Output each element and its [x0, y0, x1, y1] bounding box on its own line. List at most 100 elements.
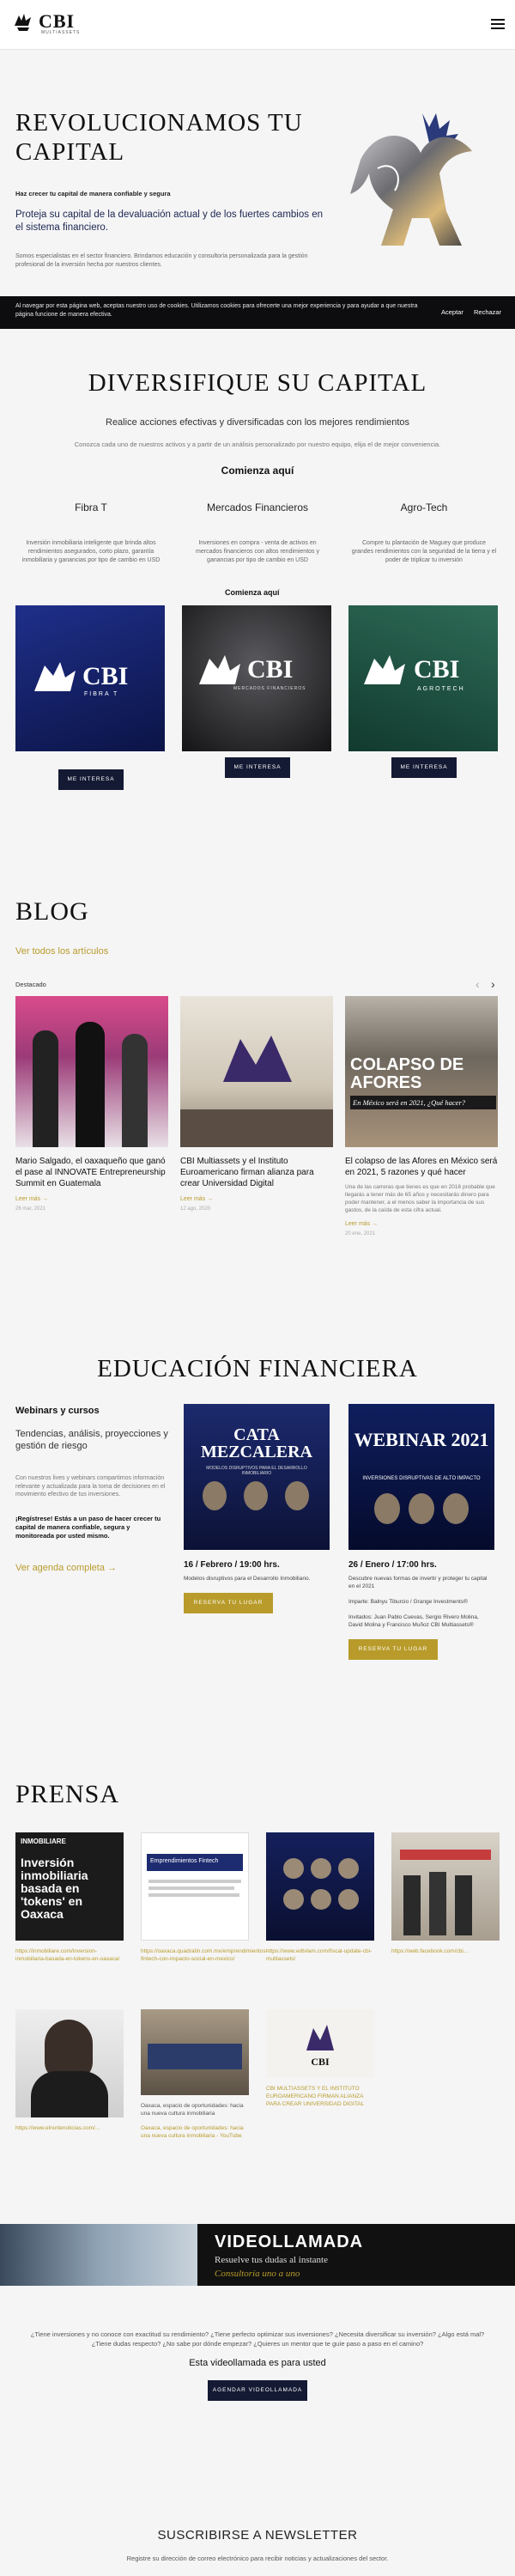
product-brand: CBI	[247, 655, 294, 683]
press-caption: https://www.elnortenoticias.com/...	[15, 2125, 100, 2131]
blog-title: BLOG	[15, 897, 89, 926]
video-banner: VIDEOLLAMADA Resuelve tus dudas al insta…	[0, 2224, 515, 2286]
press-image-text: Emprendimientos Fintech	[150, 1858, 219, 1864]
video-strong: Esta videollamada es para usted	[189, 2358, 326, 2368]
winged-lion-icon	[223, 1036, 292, 1082]
chevron-left-icon[interactable]: ‹	[476, 977, 480, 991]
press-item[interactable]: Oaxaca, espacio de oportunidades: hacia …	[141, 2009, 249, 2140]
press-caption-link: Oaxaca, espacio de oportunidades: hacia …	[141, 2125, 244, 2139]
blog-card-title: Mario Salgado, el oaxaqueño que ganó el …	[15, 1157, 166, 1188]
diversify-title: DIVERSIFIQUE SU CAPITAL	[88, 369, 427, 397]
cookie-text: Al navegar por esta página web, aceptas …	[15, 303, 418, 318]
blog-card[interactable]: Mario Salgado, el oaxaqueño que ganó el …	[15, 996, 168, 1212]
me-interesa-button-agrotech[interactable]: ME INTERESA	[391, 757, 457, 778]
webinar-date: 26 / Enero / 17:00 hrs.	[348, 1560, 437, 1570]
press-image-brand: INMOBILIARE	[21, 1838, 66, 1845]
product-image-fibra[interactable]: CBI FIBRA T	[15, 605, 165, 751]
product-brand: CBI	[414, 655, 460, 683]
diversify-description: Conozca cada uno de nuestros activos y a…	[74, 440, 441, 448]
blog-date: 26 mar, 2021	[15, 1206, 46, 1212]
webinar-image[interactable]: CATA MEZCALERA MODELOS DISRUPTIVOS PARA …	[184, 1404, 330, 1550]
winged-lion-icon	[306, 2025, 334, 2050]
press-item[interactable]: CBI CBI MULTIASSETS Y EL INSTITUTO EUROA…	[266, 2009, 374, 2108]
education-title: EDUCACIÓN FINANCIERA	[97, 1355, 418, 1382]
press-title: PRENSA	[15, 1780, 120, 1808]
comienza-aqui-link[interactable]: Comienza aquí	[225, 588, 280, 597]
press-item[interactable]: https://www.edtvlam.com/fiscal-update-cb…	[266, 1832, 374, 1963]
blog-read-more[interactable]: Leer más →	[180, 1196, 333, 1202]
press-item[interactable]: https://web.facebook.com/cbi...	[391, 1832, 500, 1955]
product-title-agrotech: Agro-Tech	[400, 501, 448, 513]
reserva-button[interactable]: RESERVA TU LUGAR	[184, 1593, 273, 1613]
video-subtitle: Resuelve tus dudas al instante	[215, 2255, 328, 2265]
press-image	[266, 1832, 374, 1941]
education-cta-text: ¡Regístrese! Estás a un paso de hacer cr…	[15, 1515, 161, 1540]
blog-card[interactable]: CBI Multiassets y el Instituto Euroameri…	[180, 996, 333, 1212]
education-description: Con nuestros lives y webinars compartimo…	[15, 1475, 166, 1498]
hero-title: REVOLUCIONAMOS TU CAPITAL	[15, 109, 303, 166]
product-brand-sub: MERCADOS FINANCIEROS	[233, 686, 306, 691]
reserva-button[interactable]: RESERVA TU LUGAR	[348, 1639, 438, 1660]
cookie-accept-button[interactable]: Aceptar	[441, 308, 464, 316]
diversify-begin: Comienza aquí	[221, 465, 294, 477]
press-image	[15, 2009, 124, 2117]
logo[interactable]: CBI MULTIASSETS	[12, 10, 79, 35]
webinar-image-title: CATA MEZCALERA	[200, 1425, 312, 1461]
press-caption: CBI MULTIASSETS Y EL INSTITUTO EUROAMERI…	[266, 2086, 365, 2107]
press-caption: Oaxaca, espacio de oportunidades: hacia …	[141, 2103, 244, 2117]
banner-image	[0, 2224, 197, 2286]
education-kicker: Webinars y cursos	[15, 1406, 100, 1416]
blog-read-more[interactable]: Leer más →	[15, 1196, 168, 1202]
webinar-image-sub: MODELOS DISRUPTIVOS PARA EL DESARROLLO I…	[206, 1466, 307, 1476]
press-image	[391, 1832, 500, 1941]
chevron-right-icon[interactable]: ›	[491, 977, 495, 991]
product-brand: CBI	[82, 662, 129, 690]
product-image-mercados[interactable]: CBI MERCADOS FINANCIEROS	[182, 605, 331, 751]
press-image: INMOBILIARE Inversión inmobiliaria basad…	[15, 1832, 124, 1941]
webinar-card: WEBINAR 2021 INVERSIONES DISRUPTIVAS DE …	[348, 1404, 494, 1660]
cookie-banner: Al navegar por esta página web, aceptas …	[0, 296, 515, 329]
hamburger-icon[interactable]	[491, 19, 505, 29]
blog-card[interactable]: COLAPSO DE AFORES En México será en 2021…	[345, 996, 498, 1236]
cookie-reject-button[interactable]: Rechazar	[474, 308, 501, 316]
newsletter-title: SUSCRIBIRSE A NEWSLETTER	[157, 2528, 358, 2543]
webinar-desc: Modelos disruptivos para el Desarrollo I…	[184, 1576, 311, 1582]
video-title: VIDEOLLAMADA	[215, 2233, 364, 2251]
blog-read-more[interactable]: Leer más →	[345, 1221, 498, 1227]
product-image-agrotech[interactable]: CBI AGROTECH	[348, 605, 498, 751]
blog-date: 12 ago, 2020	[180, 1206, 211, 1212]
blog-card-title: CBI Multiassets y el Instituto Euroameri…	[180, 1157, 314, 1188]
blog-image	[180, 996, 333, 1147]
me-interesa-button-mercados[interactable]: ME INTERESA	[225, 757, 290, 778]
hero-description: Somos especialistas en el sector financi…	[15, 253, 308, 268]
blog-card-excerpt: Una de las carreras que tienes es que en…	[345, 1184, 495, 1213]
press-image	[141, 2009, 249, 2095]
press-image-brand: CBI	[311, 2056, 330, 2068]
webinar-desc: Descubre nuevas formas de invertir y pro…	[348, 1576, 488, 1628]
blog-image	[15, 996, 168, 1147]
press-item[interactable]: https://www.elnortenoticias.com/...	[15, 2009, 124, 2132]
agendar-videollamada-button[interactable]: AGENDAR VIDEOLLAMADA	[208, 2380, 307, 2401]
blog-date: 20 ene, 2021	[345, 1231, 376, 1236]
webinar-image-sub: INVERSIONES DISRUPTIVAS DE ALTO IMPACTO	[362, 1476, 481, 1481]
education-agenda-link[interactable]: Ver agenda completa →	[15, 1563, 117, 1573]
product-title-mercados: Mercados Financieros	[206, 501, 309, 513]
hero-kicker: Haz crecer tu capital de manera confiabl…	[15, 190, 171, 197]
product-desc-fibra: Inversión inmobiliaria inteligente que b…	[21, 540, 161, 563]
press-item[interactable]: Emprendimientos Fintech https://oaxaca.q…	[141, 1832, 268, 1963]
newsletter-subtitle: Registre su dirección de correo electrón…	[126, 2555, 389, 2562]
blog-view-all-link[interactable]: Ver todos los artículos	[15, 946, 108, 957]
press-item[interactable]: INMOBILIARE Inversión inmobiliaria basad…	[15, 1832, 124, 1963]
logo-subtext: MULTIASSETS	[41, 30, 81, 35]
webinar-card: CATA MEZCALERA MODELOS DISRUPTIVOS PARA …	[184, 1404, 330, 1613]
education-lead: Tendencias, análisis, proyecciones y ges…	[15, 1429, 168, 1451]
product-desc-mercados: Inversiones en compra - venta de activos…	[196, 540, 319, 563]
webinar-image[interactable]: WEBINAR 2021 INVERSIONES DISRUPTIVAS DE …	[348, 1404, 494, 1550]
product-brand-sub: FIBRA T	[84, 691, 119, 697]
me-interesa-button-fibra[interactable]: ME INTERESA	[58, 769, 124, 790]
winged-lion-icon	[15, 14, 31, 31]
afores-subheadline: En México será en 2021, ¿Qué hacer?	[350, 1096, 496, 1109]
diversify-subtitle: Realice acciones efectivas y diversifica…	[106, 417, 409, 428]
video-questions: ¿Tiene inversiones y no conoce con exact…	[30, 2330, 485, 2348]
hero-lead: Proteja su capital de la devaluación act…	[15, 210, 323, 233]
